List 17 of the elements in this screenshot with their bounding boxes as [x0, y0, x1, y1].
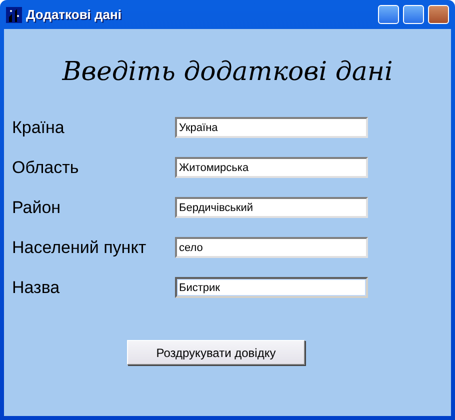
field-label: Населений пункт — [12, 238, 148, 258]
maximize-button[interactable] — [403, 5, 424, 24]
input-field[interactable]: Бистрик — [175, 277, 368, 298]
input-field[interactable]: Бердичівський — [175, 197, 368, 218]
close-button[interactable] — [428, 5, 449, 24]
app-icon — [6, 6, 22, 22]
window-title: Додаткові дані — [26, 7, 122, 22]
field-label: Назва — [12, 278, 61, 298]
field-label: Країна — [12, 118, 66, 138]
input-field[interactable]: село — [175, 237, 368, 258]
input-field[interactable]: Україна — [175, 117, 368, 138]
minimize-button[interactable] — [378, 5, 399, 24]
print-button[interactable]: Роздрукувати довідку — [127, 340, 305, 365]
input-field[interactable]: Житомирська — [175, 157, 368, 178]
form-heading: Введіть додаткові дані — [60, 57, 394, 87]
field-label: Область — [12, 158, 80, 178]
field-label: Район — [12, 198, 62, 218]
